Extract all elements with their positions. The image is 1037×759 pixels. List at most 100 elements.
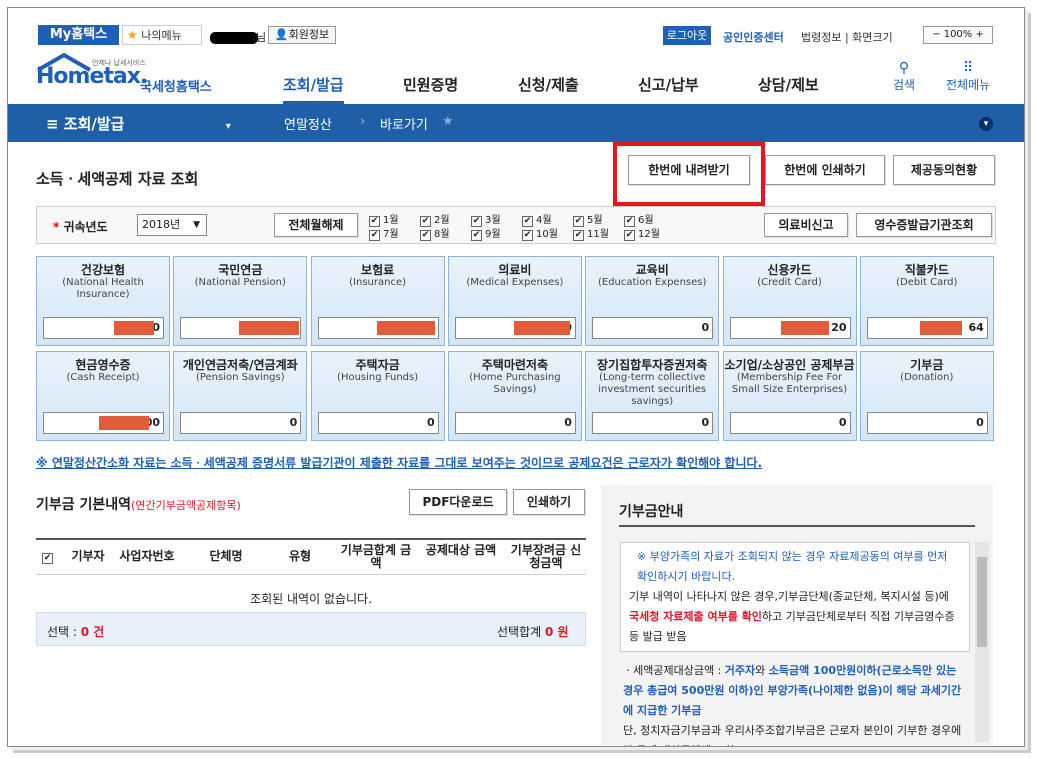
redaction	[99, 416, 149, 430]
card-title: 국민연금	[218, 263, 263, 277]
crumb-shortcut[interactable]: 바로가기	[380, 114, 428, 133]
card-title: 기부금	[910, 358, 944, 372]
search-nav[interactable]: ⚲ 검색	[893, 60, 915, 93]
my-menu-button[interactable]: ★ 나의메뉴	[122, 25, 202, 45]
selection-value: 0 건	[80, 625, 105, 639]
donation-guide-panel: 기부금안내 ※ 부양가족의 자료가 조회되지 않는 경우 자료제공동의 여부를 …	[601, 485, 993, 746]
sub-navigation-bar: ≡ 조회/발급 ▾ 연말정산 › 바로가기 ★ ▾	[8, 104, 1024, 142]
deduction-card[interactable]: 소기업/소상공인 공제부금 (Membership Fee For Small S…	[722, 351, 857, 441]
print-button[interactable]: 인쇄하기	[513, 489, 585, 515]
cert-center-link[interactable]: 공인인증센터	[723, 29, 784, 45]
guide-p2a: 기부 내역이 나타나지 않은 경우,기부금단체(종교단체, 복지시설 등)에	[629, 590, 949, 603]
deduction-card[interactable]: 국민연금(National Pension) 0	[173, 256, 308, 346]
consent-status-button[interactable]: 제공동의현황	[893, 155, 995, 185]
card-amount-text: 0	[838, 416, 847, 429]
card-subtitle: (Debit Card)	[896, 277, 958, 288]
highlight-box	[613, 142, 765, 206]
select-arrow-icon: ▼	[193, 220, 200, 230]
card-amount: 0	[317, 412, 439, 434]
top-links[interactable]: 법령정보 | 화면크기	[801, 29, 893, 45]
bar-menu[interactable]: ≡ 조회/발급 ▾	[46, 113, 231, 134]
month-checkbox[interactable]: ✔ 12월	[624, 225, 660, 241]
zoom-in-icon[interactable]: +	[975, 29, 983, 40]
redaction	[114, 321, 154, 335]
deduction-card[interactable]: 교육비 (Education Expenses) 0	[585, 256, 720, 346]
col-donor: 기부자	[71, 549, 105, 563]
card-amount: 0	[454, 317, 576, 339]
month-label: 7월	[383, 229, 399, 240]
selection-count: 선택 : 0 건	[47, 623, 104, 640]
col-incentive: 기부장려금 신청금액	[510, 543, 582, 570]
month-checkbox[interactable]: ✔ 7월	[369, 225, 399, 241]
col-total: 기부금합계 금액	[340, 543, 412, 570]
deduction-card[interactable]: 신용카드 (Credit Card) 20	[722, 256, 857, 346]
col-type: 유형	[288, 549, 312, 563]
deduction-card[interactable]: 건강보험 (National Health Insurance) 0	[36, 256, 170, 346]
my-hometax-button[interactable]: My홈택스	[38, 25, 119, 45]
deduction-card[interactable]: 주택마련저축 (Home Purchasing Savings) 0	[447, 351, 582, 441]
nav-report[interactable]: 신고/납부	[638, 74, 699, 95]
card-title: 주택마련저축	[481, 358, 549, 372]
logo[interactable]: Hometax.	[36, 64, 148, 89]
medical-report-button[interactable]: 의료비신고	[764, 213, 848, 237]
uncheck-all-button[interactable]: 전체월해제	[274, 213, 358, 237]
card-title: 주택자금	[355, 358, 400, 372]
deduction-card[interactable]: 의료비(Medical Expenses) 0	[447, 256, 582, 346]
print-all-button[interactable]: 한번에 인쇄하기	[765, 155, 885, 185]
month-checkbox[interactable]: ✔ 11월	[573, 225, 609, 241]
nav-consult[interactable]: 상담/제보	[758, 74, 819, 95]
chevron-down-icon[interactable]: ▾	[979, 117, 993, 131]
check-icon: ✔	[522, 230, 533, 241]
month-checkbox[interactable]: ✔ 9월	[471, 225, 501, 241]
nav-apply[interactable]: 신청/제출	[518, 74, 579, 95]
deduction-card[interactable]: 장기집합투자증권저축 (Long-term collective investme…	[585, 351, 720, 441]
pdf-download-button[interactable]: PDF다운로드	[409, 489, 507, 515]
deduction-card[interactable]: 개인연금저축/연금계좌 (Pension Savings) 0	[173, 351, 308, 441]
logout-button[interactable]: 로그아웃	[663, 26, 711, 45]
favorite-star-icon[interactable]: ★	[442, 114, 454, 129]
card-title: 교육비	[635, 263, 669, 277]
crumb-separator-icon: ›	[360, 114, 366, 129]
card-amount: 2	[317, 317, 439, 339]
deduction-card[interactable]: 직불카드 (Debit Card) 64	[859, 256, 994, 346]
receipt-issuer-button[interactable]: 영수증발급기관조회	[856, 213, 992, 237]
notice-text[interactable]: ※ 연말정산간소화 자료는 소득ㆍ세액공제 증명서류 발급기관이 제출한 자료를…	[36, 454, 762, 471]
deduction-card[interactable]: 주택자금 (Housing Funds) 0	[310, 351, 445, 441]
all-menu-nav[interactable]: ⠿ 전체메뉴	[946, 60, 990, 93]
card-title: 신용카드	[767, 263, 812, 277]
guide-p3a: 세액공제대상금액 :	[633, 664, 725, 677]
card-amount-text: 0	[564, 416, 572, 429]
deduction-card[interactable]: 현금영수증 (Cash Receipt) 00	[36, 351, 170, 441]
month-checkbox[interactable]: ✔ 8월	[420, 225, 450, 241]
card-amount: 20	[729, 317, 851, 339]
guide-p2: 기부 내역이 나타나지 않은 경우,기부금단체(종교단체, 복지시설 등)에 국…	[629, 587, 961, 647]
card-amount: 64	[866, 317, 988, 339]
nav-certificate[interactable]: 민원증명	[403, 74, 458, 95]
month-label: 11월	[587, 229, 609, 240]
card-title: 개인연금저축/연금계좌	[182, 358, 298, 372]
year-select[interactable]: 2018년 ▼	[137, 214, 207, 236]
zoom-out-icon[interactable]: −	[932, 29, 940, 40]
month-label: 8월	[434, 229, 450, 240]
dropdown-icon[interactable]: ▾	[226, 121, 231, 132]
card-subtitle: (Housing Funds)	[337, 372, 419, 383]
month-checkbox[interactable]: ✔ 10월	[522, 225, 558, 241]
card-subtitle: (Donation)	[900, 372, 954, 383]
col-eligible: 공제대상 금액	[425, 543, 497, 557]
zoom-control[interactable]: − 100% +	[923, 26, 993, 44]
deduction-card[interactable]: 기부금 (Donation) 0	[859, 351, 994, 441]
year-label-text: 귀속년도	[63, 220, 108, 234]
donation-title: 기부금 기본내역	[36, 497, 132, 513]
select-all-checkbox[interactable]: ✔	[42, 550, 56, 564]
scrollbar-thumb[interactable]	[977, 557, 987, 647]
empty-message: 조회된 내역이 없습니다.	[250, 592, 372, 606]
check-icon: ✔	[624, 230, 635, 241]
crumb-yearend[interactable]: 연말정산	[284, 114, 332, 133]
card-subtitle: (National Pension)	[194, 277, 286, 288]
selection-label: 선택 :	[47, 625, 77, 639]
browser-frame: My홈택스 ★ 나의메뉴 님 👤회원정보 로그아웃 공인인증센터 법령정보 | …	[7, 7, 1025, 747]
deduction-card[interactable]: 보험료(Insurance) 2	[310, 256, 445, 346]
page-title: 소득ㆍ세액공제 자료 조회	[36, 170, 199, 188]
nav-inquiry[interactable]: 조회/발급	[283, 74, 344, 104]
member-info-button[interactable]: 👤회원정보	[268, 26, 336, 44]
